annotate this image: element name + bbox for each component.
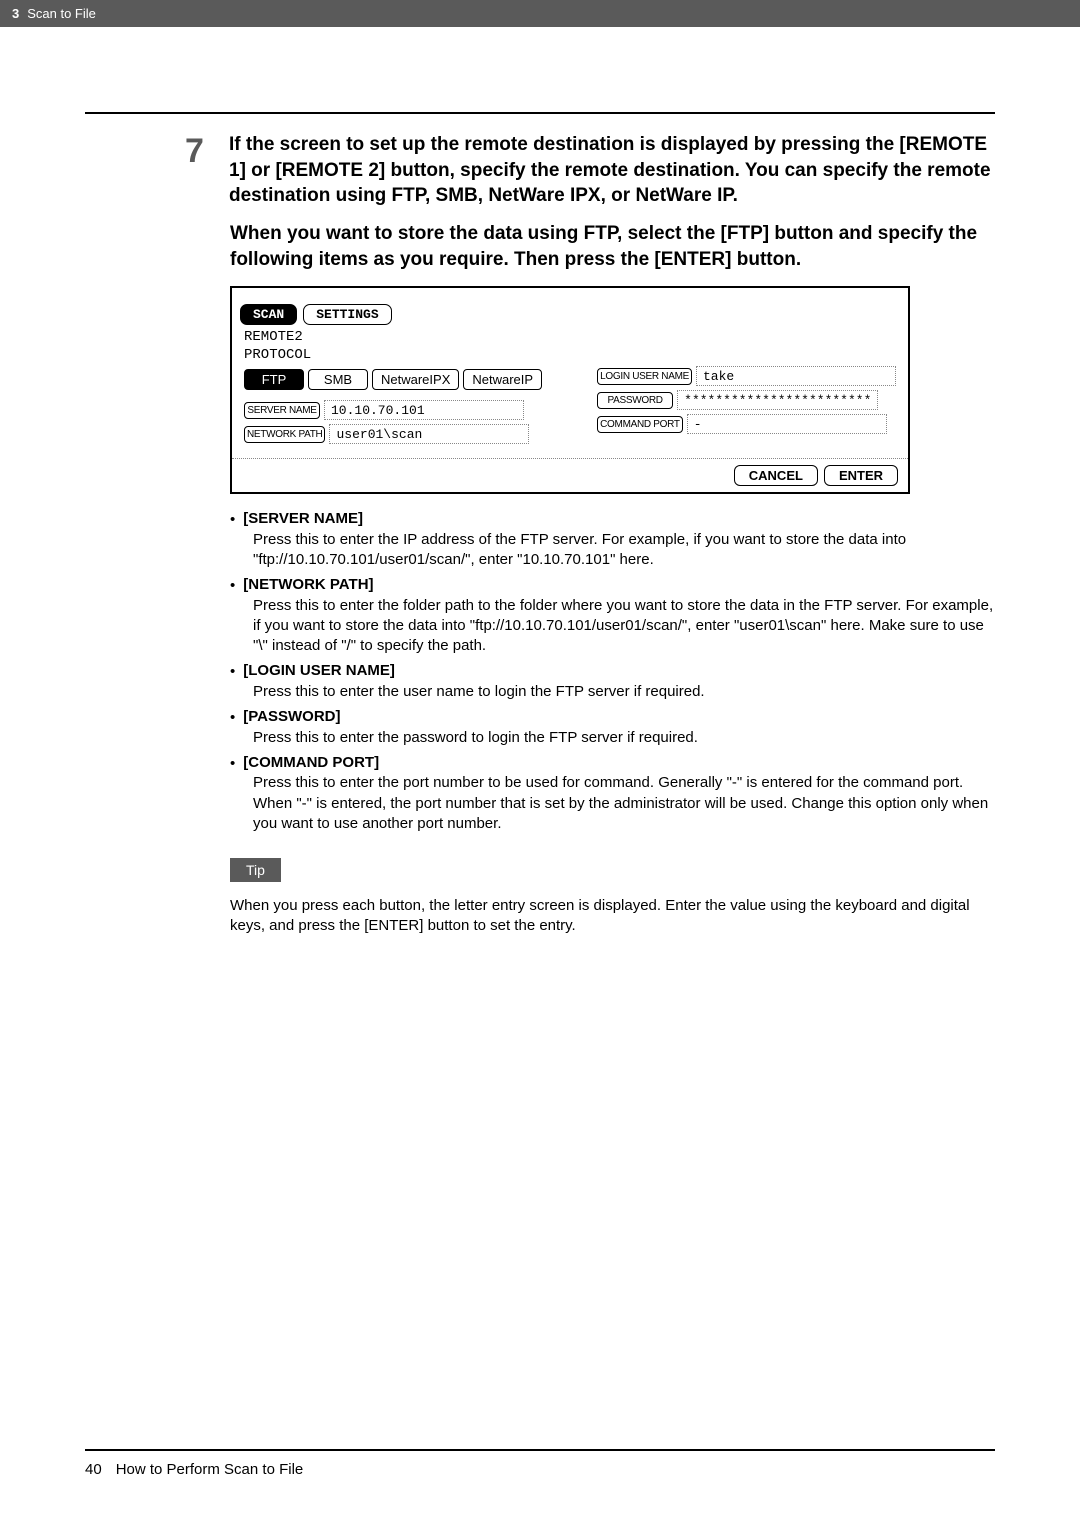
protocol-ftp-button[interactable]: FTP bbox=[244, 369, 304, 390]
tip-badge: Tip bbox=[230, 858, 281, 882]
bullet-head: • [PASSWORD] bbox=[230, 708, 995, 728]
step-heading-1: If the screen to set up the remote desti… bbox=[229, 132, 995, 209]
list-item: • [NETWORK PATH] Press this to enter the… bbox=[230, 576, 995, 656]
bullet-icon: • bbox=[230, 576, 235, 596]
bullet-body: Press this to enter the user name to log… bbox=[253, 682, 995, 702]
bullet-icon: • bbox=[230, 708, 235, 728]
server-name-value: 10.10.70.101 bbox=[324, 400, 524, 420]
bullet-label: [NETWORK PATH] bbox=[243, 576, 373, 593]
bullet-head: • [NETWORK PATH] bbox=[230, 576, 995, 596]
tab-scan[interactable]: SCAN bbox=[240, 304, 297, 325]
network-path-row: NETWORK PATH user01\scan bbox=[244, 424, 542, 444]
action-row: CANCEL ENTER bbox=[232, 458, 908, 492]
bullet-label: [LOGIN USER NAME] bbox=[243, 662, 395, 679]
step-number: 7 bbox=[185, 134, 213, 209]
bullet-label: [COMMAND PORT] bbox=[243, 754, 379, 771]
bullet-label: [SERVER NAME] bbox=[243, 510, 363, 527]
bullet-body: Press this to enter the IP address of th… bbox=[253, 530, 995, 571]
protocol-label: PROTOCOL bbox=[244, 347, 542, 363]
bullet-head: • [COMMAND PORT] bbox=[230, 754, 995, 774]
bullet-body: Press this to enter the password to logi… bbox=[253, 728, 995, 748]
step-block: 7 If the screen to set up the remote des… bbox=[185, 132, 995, 209]
command-port-row: COMMAND PORT - bbox=[597, 414, 896, 434]
server-name-row: SERVER NAME 10.10.70.101 bbox=[244, 400, 542, 420]
password-row: PASSWORD ************************ bbox=[597, 390, 896, 410]
bullet-body: Press this to enter the folder path to t… bbox=[253, 596, 995, 657]
cancel-button[interactable]: CANCEL bbox=[734, 465, 818, 486]
page-number: 40 bbox=[85, 1461, 102, 1478]
bullet-label: [PASSWORD] bbox=[243, 708, 340, 725]
list-item: • [PASSWORD] Press this to enter the pas… bbox=[230, 708, 995, 748]
footer-text: How to Perform Scan to File bbox=[116, 1461, 304, 1478]
password-button[interactable]: PASSWORD bbox=[597, 392, 673, 409]
bullet-head: • [LOGIN USER NAME] bbox=[230, 662, 995, 682]
enter-button[interactable]: ENTER bbox=[824, 465, 898, 486]
command-port-value: - bbox=[687, 414, 887, 434]
protocol-netwareip-button[interactable]: NetwareIP bbox=[463, 369, 542, 390]
bullet-icon: • bbox=[230, 754, 235, 774]
bullet-head: • [SERVER NAME] bbox=[230, 510, 995, 530]
footer: 40 How to Perform Scan to File bbox=[85, 1449, 995, 1478]
ui-screenshot: SCAN SETTINGS REMOTE2 PROTOCOL FTP SMB N… bbox=[230, 286, 910, 494]
password-value: ************************ bbox=[677, 390, 878, 410]
bullet-body: Press this to enter the port number to b… bbox=[253, 773, 995, 834]
tab-settings[interactable]: SETTINGS bbox=[303, 304, 391, 325]
tip-text: When you press each button, the letter e… bbox=[230, 896, 995, 937]
remote-label: REMOTE2 bbox=[244, 329, 900, 345]
screenshot-inner: SCAN SETTINGS REMOTE2 PROTOCOL FTP SMB N… bbox=[232, 288, 908, 450]
login-user-value: take bbox=[696, 366, 896, 386]
server-name-button[interactable]: SERVER NAME bbox=[244, 402, 320, 419]
header-bar: 3 Scan to File bbox=[0, 0, 1080, 27]
network-path-value: user01\scan bbox=[329, 424, 529, 444]
login-user-button[interactable]: LOGIN USER NAME bbox=[597, 368, 692, 385]
command-port-button[interactable]: COMMAND PORT bbox=[597, 416, 683, 433]
protocol-row: FTP SMB NetwareIPX NetwareIP bbox=[244, 369, 542, 390]
divider bbox=[85, 112, 995, 114]
list-item: • [COMMAND PORT] Press this to enter the… bbox=[230, 754, 995, 834]
list-item: • [SERVER NAME] Press this to enter the … bbox=[230, 510, 995, 570]
bullet-icon: • bbox=[230, 510, 235, 530]
protocol-netwareipx-button[interactable]: NetwareIPX bbox=[372, 369, 459, 390]
login-user-row: LOGIN USER NAME take bbox=[597, 366, 896, 386]
protocol-smb-button[interactable]: SMB bbox=[308, 369, 368, 390]
bullet-list: • [SERVER NAME] Press this to enter the … bbox=[230, 510, 995, 834]
form-right: LOGIN USER NAME take PASSWORD **********… bbox=[597, 347, 896, 444]
step-heading-2: When you want to store the data using FT… bbox=[230, 221, 995, 272]
form-grid: PROTOCOL FTP SMB NetwareIPX NetwareIP SE… bbox=[240, 347, 900, 444]
chapter-number: 3 bbox=[12, 6, 19, 21]
list-item: • [LOGIN USER NAME] Press this to enter … bbox=[230, 662, 995, 702]
tab-row: SCAN SETTINGS bbox=[240, 304, 900, 325]
network-path-button[interactable]: NETWORK PATH bbox=[244, 426, 325, 443]
bullet-icon: • bbox=[230, 662, 235, 682]
page-content: 7 If the screen to set up the remote des… bbox=[0, 27, 1080, 937]
chapter-title: Scan to File bbox=[27, 6, 96, 21]
form-left: PROTOCOL FTP SMB NetwareIPX NetwareIP SE… bbox=[244, 347, 542, 444]
